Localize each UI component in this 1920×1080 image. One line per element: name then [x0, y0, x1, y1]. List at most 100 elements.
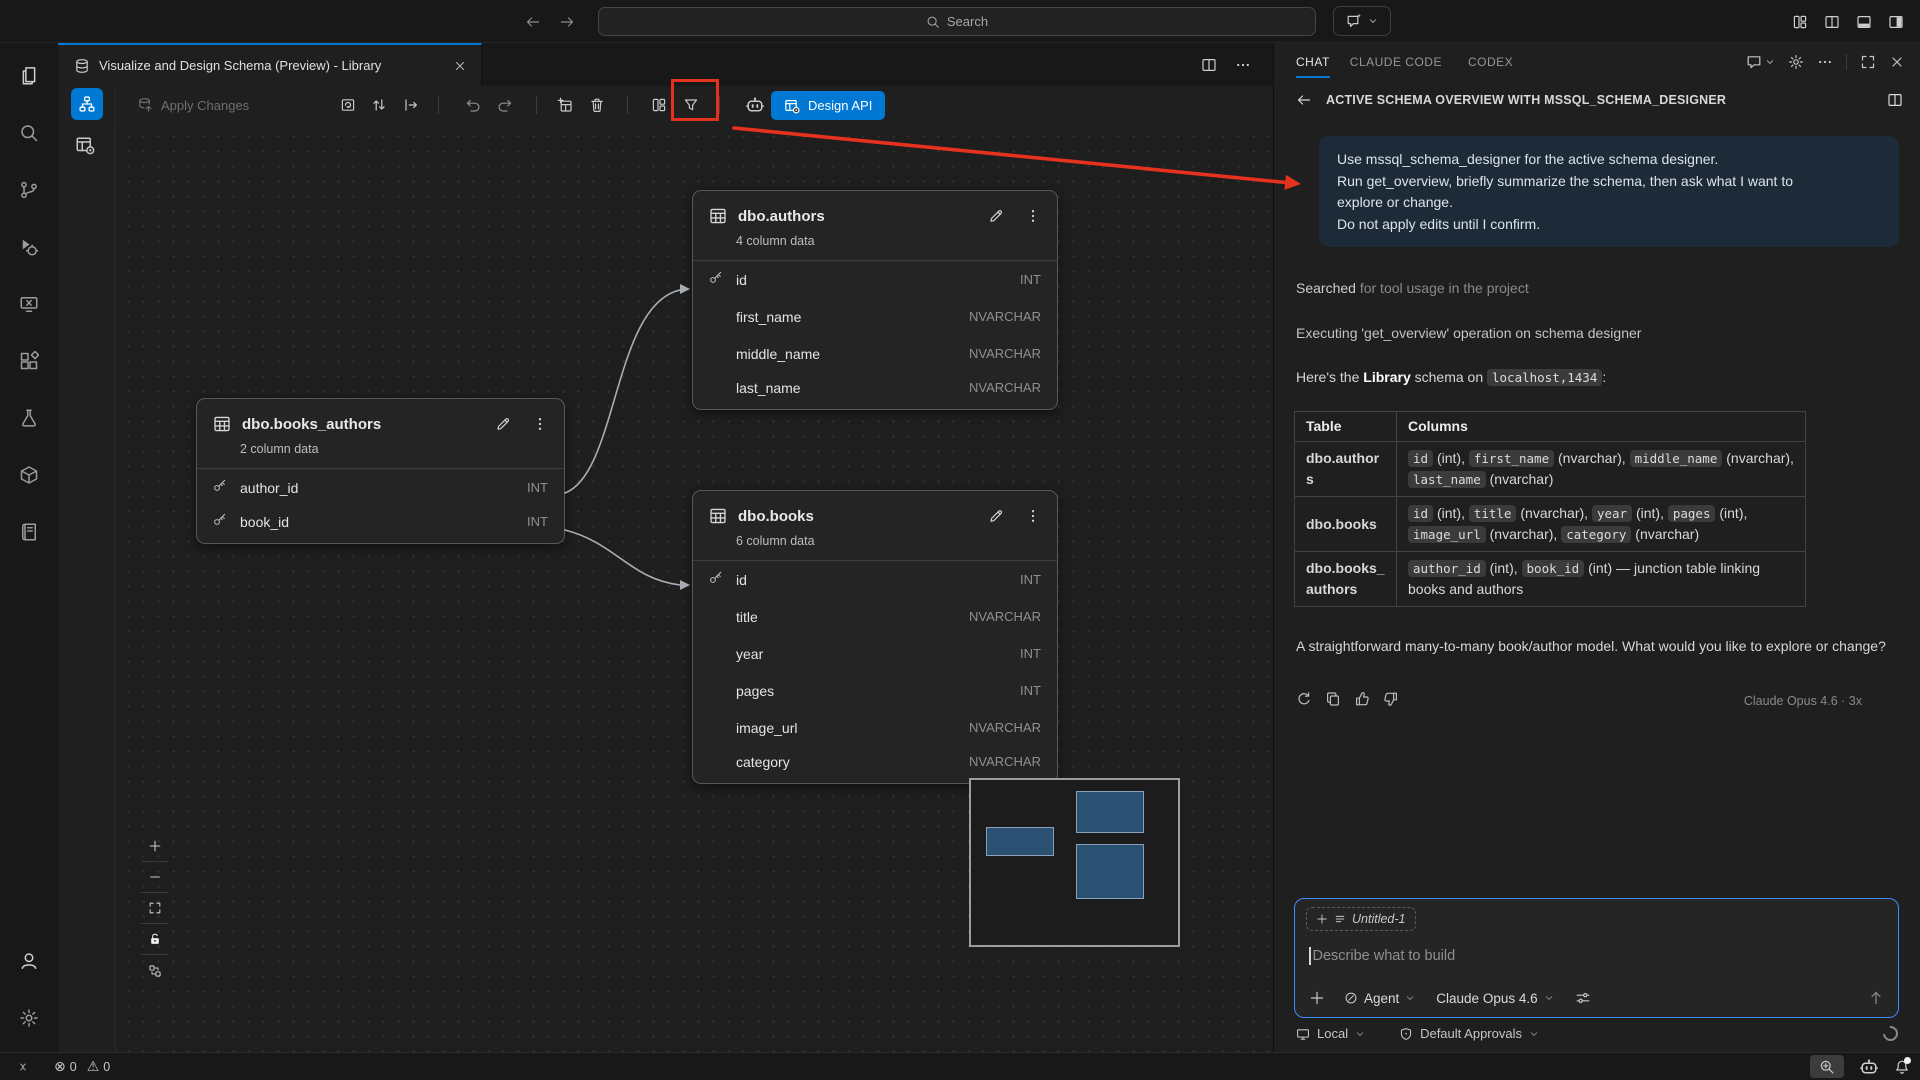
compare-changes-button[interactable] — [371, 86, 387, 124]
split-editor-icon[interactable] — [1201, 57, 1217, 73]
toggle-secondary-sidebar-icon[interactable] — [1888, 14, 1904, 30]
new-chat-button[interactable] — [1333, 6, 1391, 36]
chevron-down-icon — [1368, 16, 1378, 26]
thumbs-down-icon[interactable] — [1383, 691, 1399, 707]
column-row[interactable]: pagesINT — [693, 672, 1057, 709]
chat-settings-gear-icon[interactable] — [1788, 54, 1804, 70]
back-icon[interactable] — [1296, 92, 1312, 108]
more-actions-icon[interactable] — [1235, 57, 1251, 73]
designer-side-toolbar — [58, 86, 116, 1052]
model-settings-sliders-icon[interactable] — [1575, 990, 1591, 1006]
maximize-panel-icon[interactable] — [1860, 54, 1876, 70]
tab-schema-designer[interactable]: Visualize and Design Schema (Preview) - … — [58, 43, 482, 86]
copy-icon[interactable] — [1325, 691, 1341, 707]
column-row[interactable]: author_id INT — [197, 469, 564, 506]
zoom-in-button[interactable] — [141, 831, 168, 862]
design-api-button[interactable]: Design API — [771, 91, 885, 120]
chat-sessions-dropdown[interactable] — [1746, 54, 1775, 70]
auto-arrange-button[interactable] — [141, 955, 168, 986]
notifications-button[interactable] — [1894, 1059, 1910, 1075]
activity-run-debug-icon[interactable] — [6, 224, 52, 270]
activity-packages-icon[interactable] — [6, 452, 52, 498]
activity-remote-icon[interactable] — [6, 281, 52, 327]
column-row[interactable]: id INT — [693, 561, 1057, 598]
column-row[interactable]: image_urlNVARCHAR — [693, 709, 1057, 746]
table-card-books[interactable]: dbo.books 6 column data id INT titleNVAR… — [692, 490, 1058, 784]
close-tab-icon[interactable] — [453, 59, 467, 73]
send-icon[interactable] — [1868, 990, 1884, 1006]
activity-account-icon[interactable] — [6, 938, 52, 984]
session-tab-chip[interactable]: Untitled-1 — [1306, 907, 1416, 931]
toggle-panel-icon[interactable] — [1856, 14, 1872, 30]
activity-settings-icon[interactable] — [6, 995, 52, 1041]
activity-extensions-icon[interactable] — [6, 338, 52, 384]
tab-codex[interactable]: CODEX — [1468, 43, 1513, 80]
table-menu-icon[interactable] — [532, 416, 548, 432]
text-segment: (nvarchar) — [1631, 526, 1699, 542]
text-segment: (nvarchar), — [1486, 526, 1561, 542]
column-row[interactable]: book_id INT — [197, 506, 564, 543]
copilot-button[interactable] — [745, 86, 765, 124]
split-editor-icon[interactable] — [1824, 14, 1840, 30]
open-session-editor-icon[interactable] — [1887, 92, 1903, 108]
mode-picker[interactable]: Agent — [1344, 991, 1415, 1006]
apply-changes-button[interactable]: Apply Changes — [137, 86, 249, 124]
schema-view-button[interactable] — [71, 88, 103, 120]
activity-explorer-icon[interactable] — [6, 53, 52, 99]
chat-input-box[interactable]: Untitled-1 Describe what to build Agent … — [1294, 898, 1899, 1018]
column-row[interactable]: first_name NVARCHAR — [693, 298, 1057, 335]
activity-testing-icon[interactable] — [6, 395, 52, 441]
table-card-books-authors[interactable]: dbo.books_authors 2 column data author_i… — [196, 398, 565, 544]
delete-button[interactable] — [589, 86, 605, 124]
session-title: ACTIVE SCHEMA OVERVIEW WITH MSSQL_SCHEMA… — [1326, 93, 1873, 107]
auto-layout-button[interactable] — [651, 86, 667, 124]
column-row[interactable]: yearINT — [693, 635, 1057, 672]
problems-indicator[interactable]: ⊗ 0 ⚠ 0 — [54, 1058, 110, 1075]
column-row[interactable]: titleNVARCHAR — [693, 598, 1057, 635]
zoom-out-button[interactable] — [141, 862, 168, 893]
zoom-indicator[interactable] — [1810, 1055, 1844, 1078]
thumbs-up-icon[interactable] — [1354, 691, 1370, 707]
copilot-status-icon[interactable] — [1859, 1057, 1879, 1077]
undo-button[interactable] — [465, 86, 481, 124]
zoom-in-icon — [1819, 1059, 1835, 1075]
redo-button[interactable] — [497, 86, 513, 124]
tab-claude-code[interactable]: CLAUDE CODE — [1350, 43, 1442, 80]
apply-changes-label: Apply Changes — [161, 98, 249, 113]
remote-indicator-icon[interactable] — [16, 1060, 30, 1074]
lock-button[interactable] — [141, 924, 168, 955]
attach-context-icon[interactable] — [1309, 990, 1325, 1006]
activity-source-control-icon[interactable] — [6, 167, 52, 213]
fit-view-button[interactable] — [141, 893, 168, 924]
environment-picker[interactable]: Local — [1317, 1026, 1348, 1041]
add-table-button[interactable] — [557, 86, 573, 124]
nav-back-icon[interactable] — [525, 14, 541, 30]
activity-search-icon[interactable] — [6, 110, 52, 156]
nav-forward-icon[interactable] — [559, 14, 575, 30]
chat-more-icon[interactable] — [1817, 54, 1833, 70]
activity-notebooks-icon[interactable] — [6, 509, 52, 555]
edit-table-icon[interactable] — [495, 416, 511, 432]
comment-icon — [1746, 54, 1762, 70]
model-picker[interactable]: Claude Opus 4.6 — [1436, 991, 1553, 1006]
column-row[interactable]: id INT — [693, 261, 1057, 298]
column-row[interactable]: last_name NVARCHAR — [693, 372, 1057, 409]
command-center-search[interactable]: Search — [598, 7, 1316, 36]
script-as-create-button[interactable] — [340, 86, 356, 124]
close-panel-icon[interactable] — [1889, 54, 1905, 70]
customize-layout-icon[interactable] — [1792, 14, 1808, 30]
diagram-minimap[interactable] — [969, 778, 1180, 947]
edit-table-icon[interactable] — [988, 208, 1004, 224]
table-card-authors[interactable]: dbo.authors 4 column data id INT first_n… — [692, 190, 1058, 410]
tab-chat[interactable]: CHAT — [1296, 43, 1330, 80]
table-definitions-button[interactable] — [75, 135, 95, 160]
column-row[interactable]: middle_name NVARCHAR — [693, 335, 1057, 372]
table-menu-icon[interactable] — [1025, 208, 1041, 224]
regenerate-icon[interactable] — [1296, 691, 1312, 707]
approvals-picker[interactable]: Default Approvals — [1420, 1026, 1522, 1041]
open-side-button[interactable] — [403, 86, 419, 124]
edit-table-icon[interactable] — [988, 508, 1004, 524]
table-menu-icon[interactable] — [1025, 508, 1041, 524]
text-segment: (nvarchar), — [1516, 505, 1591, 521]
design-api-label: Design API — [808, 98, 872, 113]
